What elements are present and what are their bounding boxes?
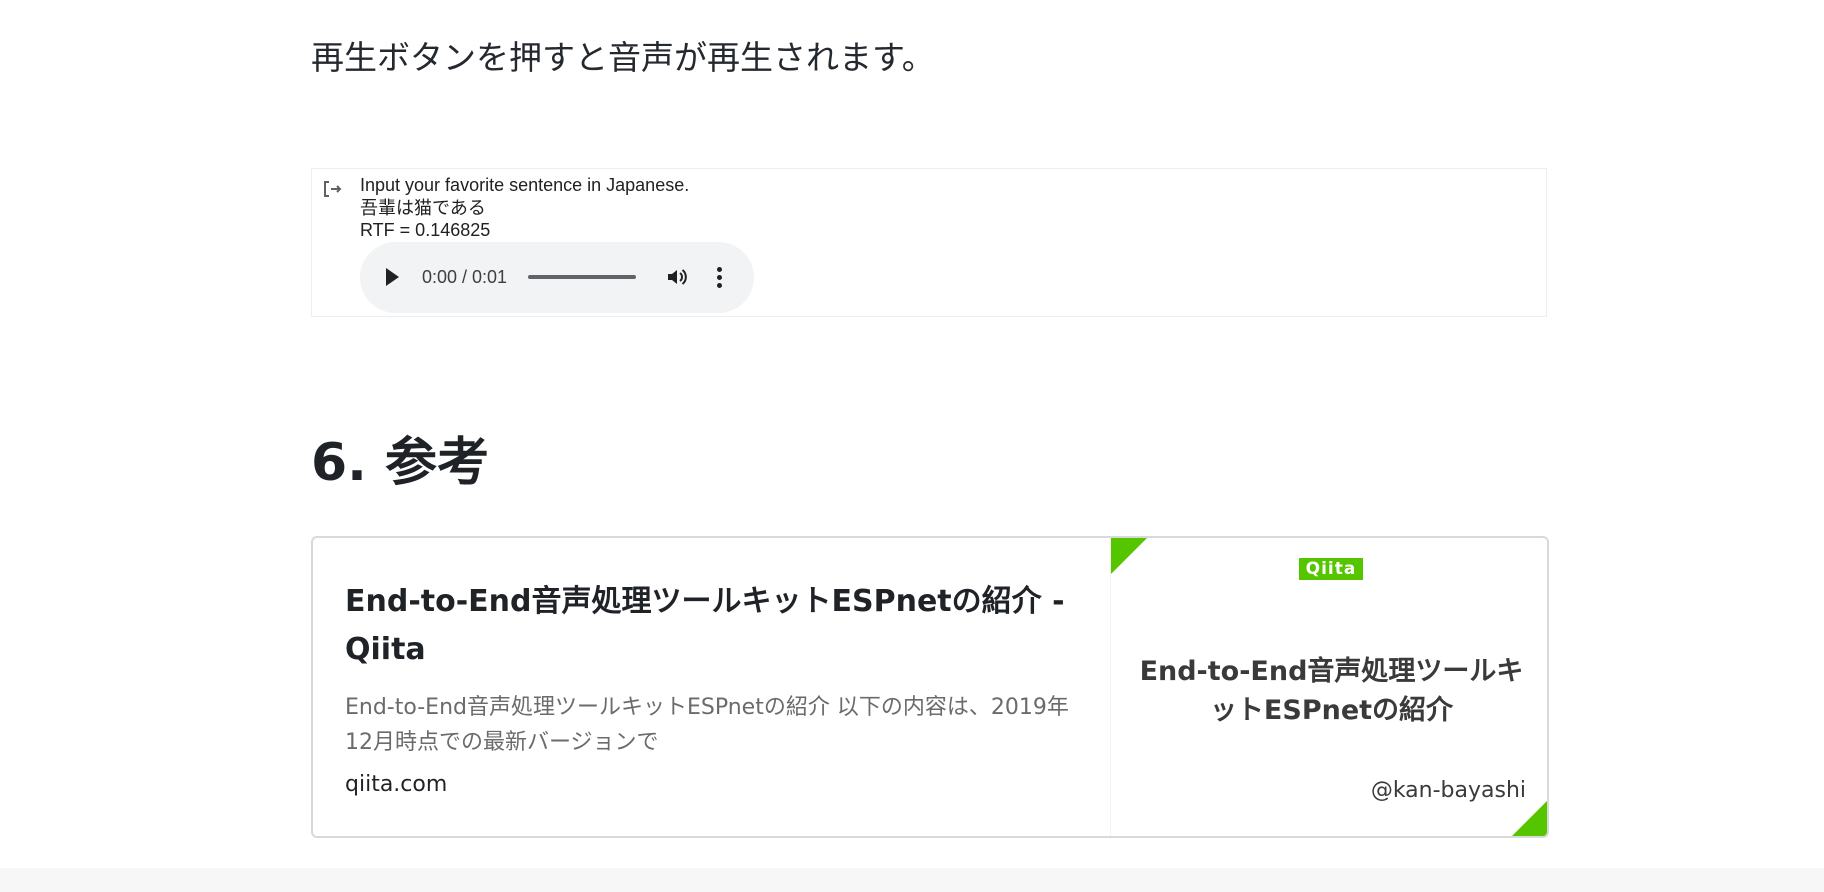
audio-progress-slider[interactable]	[528, 275, 636, 279]
more-options-icon[interactable]	[715, 266, 723, 290]
output-text: Input your favorite sentence in Japanese…	[360, 174, 689, 242]
volume-icon[interactable]	[665, 265, 689, 289]
output-line: RTF = 0.146825	[360, 220, 491, 240]
notebook-output-cell: Input your favorite sentence in Japanese…	[311, 168, 1547, 317]
corner-accent	[1512, 798, 1547, 836]
play-icon[interactable]	[386, 268, 399, 286]
link-card-description: End-to-End音声処理ツールキットESPnetの紹介 以下の内容は、201…	[345, 695, 1069, 755]
link-card[interactable]: End-to-End音声処理ツールキットESPnetの紹介 - Qiita En…	[311, 536, 1549, 838]
section-heading: 6. 参考	[311, 433, 490, 493]
intro-text: 再生ボタンを押すと音声が再生されます。	[311, 38, 935, 77]
audio-time: 0:00 / 0:01	[422, 267, 508, 287]
link-card-thumbnail[interactable]: Qiita End-to-End音声処理ツールキットESPnetの紹介 @kan…	[1110, 538, 1547, 836]
corner-accent	[1111, 538, 1147, 574]
output-line: Input your favorite sentence in Japanese…	[360, 175, 690, 195]
link-card-title[interactable]: End-to-End音声処理ツールキットESPnetの紹介 - Qiita	[345, 578, 1090, 674]
thumbnail-title: End-to-End音声処理ツールキットESPnetの紹介	[1139, 656, 1524, 726]
thumbnail-author: @kan-bayashi	[1370, 778, 1526, 803]
output-redirect-icon	[324, 181, 342, 197]
link-card-body[interactable]: End-to-End音声処理ツールキットESPnetの紹介 - Qiita En…	[313, 538, 1110, 836]
audio-player: 0:00 / 0:01	[360, 242, 754, 313]
link-card-domain: qiita.com	[345, 772, 448, 797]
qiita-logo: Qiita	[1299, 558, 1363, 580]
output-line: 吾輩は猫である	[360, 197, 486, 218]
page-footer-strip	[0, 868, 1824, 892]
